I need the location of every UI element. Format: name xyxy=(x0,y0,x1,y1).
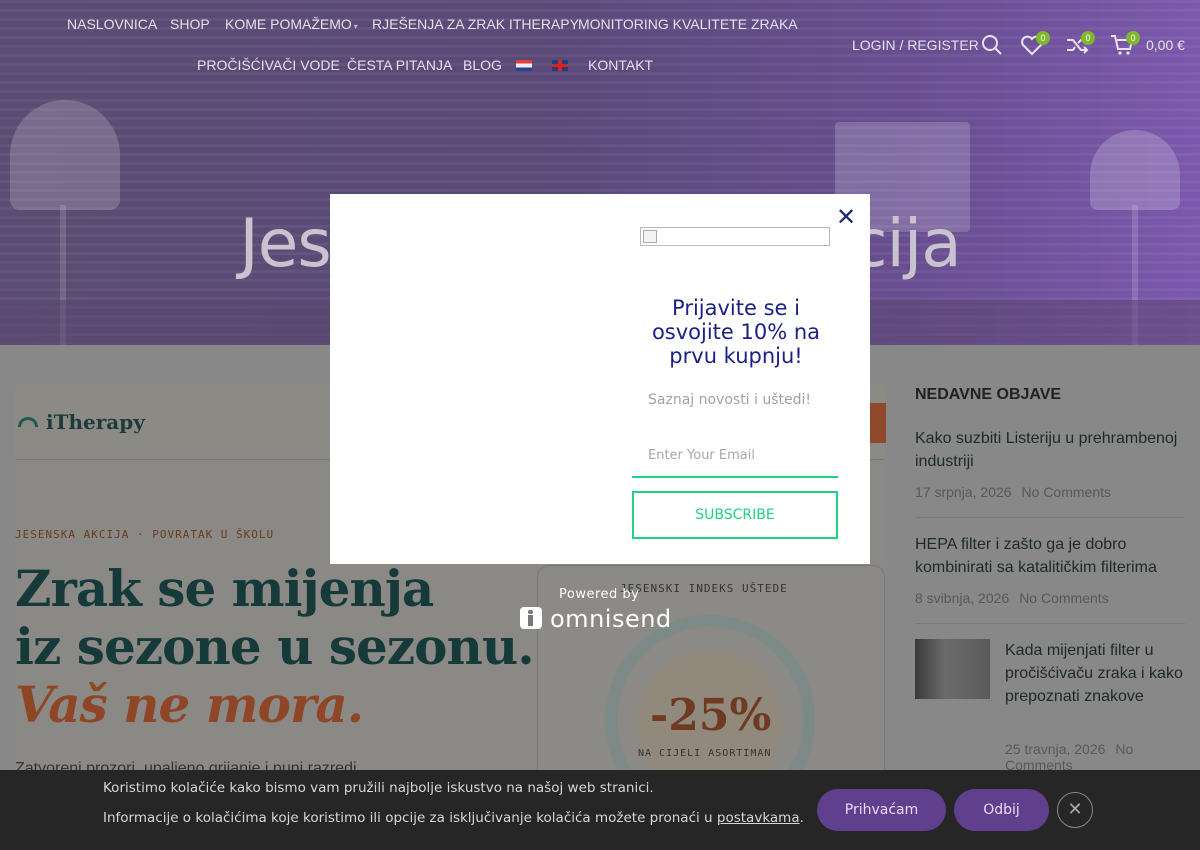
hero-lamp-left xyxy=(10,100,120,210)
popup-close-button[interactable]: ✕ xyxy=(835,205,857,229)
cookie-close-icon[interactable]: ✕ xyxy=(1057,792,1093,828)
cookie-text-prefix: Informacije o kolačićima koje koristimo … xyxy=(103,810,717,826)
recent-post-meta: 8 svibnja, 2026 No Comments xyxy=(915,590,1109,606)
sidebar-divider xyxy=(915,517,1185,518)
itherapy-logo: iTherapy xyxy=(18,410,145,434)
promo-kicker: JESENSKA AKCIJA · POVRATAK U ŠKOLU xyxy=(15,528,275,541)
cart-total: 0,00 € xyxy=(1146,37,1185,53)
sidebar-divider xyxy=(915,623,1185,624)
search-icon[interactable] xyxy=(981,34,1003,60)
nav-kome-pomazemo-label: KOME POMAŽEMO xyxy=(225,16,352,32)
post-date: 17 srpnja, 2026 xyxy=(915,484,1012,500)
recent-post-title[interactable]: Kada mijenjati filter u pročišćivaču zra… xyxy=(1005,639,1185,708)
post-date: 8 svibnja, 2026 xyxy=(915,590,1010,606)
login-register-link[interactable]: LOGIN / REGISTER xyxy=(852,37,979,53)
nav-shop[interactable]: SHOP xyxy=(170,16,210,32)
broken-image-placeholder xyxy=(640,227,830,246)
subscribe-button[interactable]: SUBSCRIBE xyxy=(632,491,838,539)
wishlist-count-badge: 0 xyxy=(1036,31,1050,45)
recent-post-title[interactable]: HEPA filter i zašto ga je dobro kombinir… xyxy=(915,533,1190,579)
nav-kontakt[interactable]: KONTAKT xyxy=(588,57,653,73)
popup-subtitle: Saznaj novosti i uštedi! xyxy=(648,392,812,408)
promo-headline-line1: Zrak se mijenja xyxy=(15,559,434,618)
omnisend-icon xyxy=(520,607,542,629)
broken-image-icon xyxy=(643,230,657,243)
savings-percentage: -25% xyxy=(650,690,772,741)
nav-prociscivaci-vode[interactable]: PROČIŠĆIVAČI VODE xyxy=(197,57,340,73)
powered-by-label: Powered by xyxy=(559,587,640,602)
english-flag-icon[interactable] xyxy=(552,60,568,71)
nav-cesta-pitanja[interactable]: ČESTA PITANJA xyxy=(347,57,452,73)
promo-headline-line2: iz sezone u sezonu. xyxy=(15,617,535,676)
post-date: 25 travnja, 2026 xyxy=(1005,741,1106,757)
cookie-settings-link[interactable]: postavkama xyxy=(717,810,800,826)
nav-naslovnica[interactable]: NASLOVNICA xyxy=(67,16,157,32)
nav-blog[interactable]: BLOG xyxy=(463,57,502,73)
promo-headline: Zrak se mijenja iz sezone u sezonu. Vaš … xyxy=(15,559,535,734)
itherapy-arc-icon xyxy=(18,416,38,427)
popup-image-area xyxy=(330,194,600,564)
cookie-text-line2: Informacije o kolačićima koje koristimo … xyxy=(103,810,804,826)
nav-monitoring[interactable]: MONITORING KVALITETE ZRAKA xyxy=(578,16,798,32)
popup-title: Prijavite se i osvojite 10% na prvu kupn… xyxy=(651,296,821,368)
nav-rjesenja[interactable]: RJEŠENJA ZA ZRAK ITHERAPY xyxy=(372,16,579,32)
chevron-down-icon: ▾ xyxy=(353,22,358,31)
post-comments[interactable]: No Comments xyxy=(1022,484,1111,500)
itherapy-logo-text: iTherapy xyxy=(46,410,145,434)
hero-lamp-right xyxy=(1090,130,1180,210)
post-comments[interactable]: No Comments xyxy=(1019,590,1108,606)
compare-count-badge: 0 xyxy=(1081,31,1095,45)
cookie-text-line1: Koristimo kolačiće kako bismo vam pružil… xyxy=(103,780,654,796)
savings-subtitle: NA CIJELI ASORTIMAN xyxy=(638,748,772,759)
newsletter-popup: ✕ Prijavite se i osvojite 10% na prvu ku… xyxy=(330,194,870,564)
croatian-flag-icon[interactable] xyxy=(516,60,532,71)
cookie-accept-button[interactable]: Prihvaćam xyxy=(817,789,946,831)
recent-post-title[interactable]: Kako suzbiti Listeriju u prehrambenoj in… xyxy=(915,427,1185,473)
cookie-text-suffix: . xyxy=(799,810,804,826)
cookie-reject-button[interactable]: Odbij xyxy=(954,789,1049,831)
nav-kome-pomazemo[interactable]: KOME POMAŽEMO ▾ xyxy=(225,16,358,32)
recent-posts-heading: NEDAVNE OBJAVE xyxy=(915,386,1062,403)
promo-headline-line3: Vaš ne mora. xyxy=(15,675,364,734)
post-thumbnail[interactable] xyxy=(915,639,990,699)
savings-index-title: JESENSKI INDEKS UŠTEDE xyxy=(620,582,788,595)
omnisend-brand: omnisend xyxy=(550,605,672,633)
recent-post-meta: 25 travnja, 2026 No Comments xyxy=(1005,741,1185,773)
recent-post-meta: 17 srpnja, 2026 No Comments xyxy=(915,484,1111,500)
email-field[interactable] xyxy=(632,434,838,478)
omnisend-logo[interactable]: omnisend xyxy=(520,605,672,633)
cart-count-badge: 0 xyxy=(1126,31,1140,45)
